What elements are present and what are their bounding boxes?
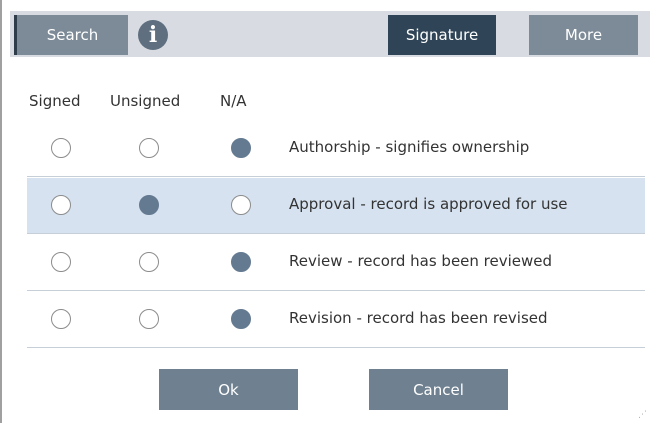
- radio-unsigned[interactable]: [139, 195, 159, 215]
- signature-row-revision[interactable]: Revision - record has been revised: [27, 292, 645, 348]
- toolbar: Search i Signature More: [10, 11, 650, 57]
- column-header-na: N/A: [220, 92, 247, 110]
- more-button[interactable]: More: [529, 15, 638, 55]
- signature-row-review[interactable]: Review - record has been reviewed: [27, 235, 645, 291]
- row-label: Review - record has been reviewed: [289, 252, 553, 270]
- cancel-button[interactable]: Cancel: [369, 369, 508, 410]
- column-header-signed: Signed: [29, 92, 81, 110]
- signature-button[interactable]: Signature: [388, 15, 496, 55]
- signature-row-approval[interactable]: Approval - record is approved for use: [27, 178, 645, 234]
- signature-dialog: Search i Signature More Signed Unsigned …: [0, 0, 650, 423]
- row-label: Revision - record has been revised: [289, 309, 548, 327]
- radio-signed[interactable]: [51, 138, 71, 158]
- radio-na[interactable]: [231, 138, 251, 158]
- row-label: Approval - record is approved for use: [289, 195, 568, 213]
- radio-unsigned[interactable]: [139, 309, 159, 329]
- radio-signed[interactable]: [51, 195, 71, 215]
- search-button[interactable]: Search: [14, 15, 128, 55]
- signature-row-authorship[interactable]: Authorship - signifies ownership: [27, 121, 645, 177]
- radio-na[interactable]: [231, 252, 251, 272]
- radio-unsigned[interactable]: [139, 138, 159, 158]
- radio-na[interactable]: [231, 309, 251, 329]
- radio-signed[interactable]: [51, 309, 71, 329]
- column-header-unsigned: Unsigned: [110, 92, 181, 110]
- radio-signed[interactable]: [51, 252, 71, 272]
- radio-na[interactable]: [231, 195, 251, 215]
- info-icon[interactable]: i: [138, 20, 168, 50]
- radio-unsigned[interactable]: [139, 252, 159, 272]
- ok-button[interactable]: Ok: [159, 369, 298, 410]
- resize-grip-icon[interactable]: ⋰: [637, 410, 647, 420]
- row-label: Authorship - signifies ownership: [289, 138, 530, 156]
